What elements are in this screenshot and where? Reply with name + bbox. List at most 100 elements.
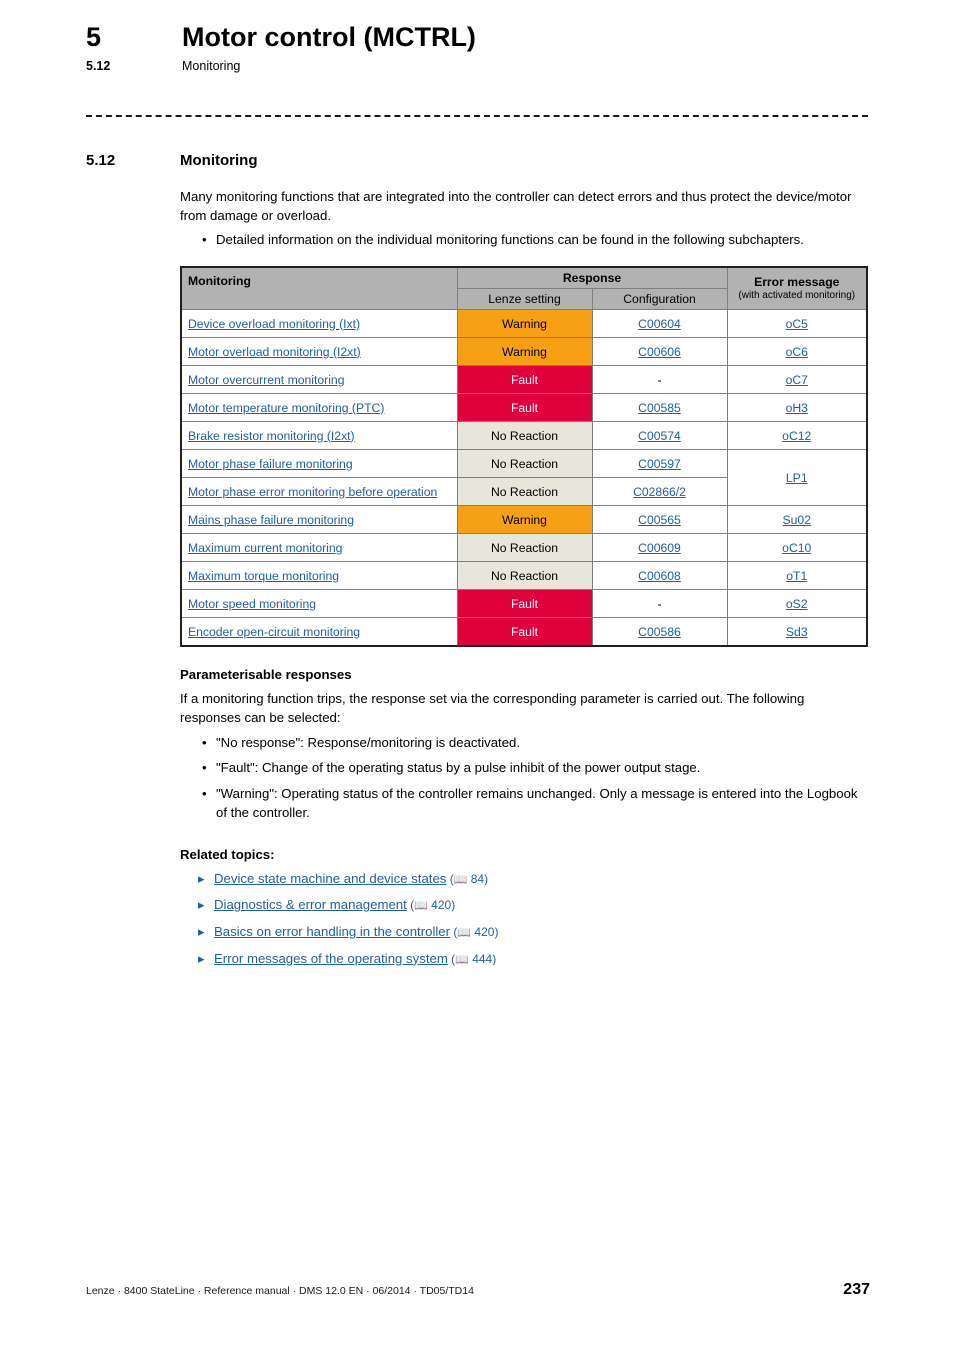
page-reference[interactable]: (📖 444) <box>448 952 496 966</box>
main-content: Many monitoring functions that are integ… <box>180 188 868 977</box>
response-status-badge: Warning <box>456 337 593 367</box>
related-topic-link[interactable]: Diagnostics & error management <box>214 897 407 912</box>
subchapter-title: Monitoring <box>182 59 241 74</box>
configuration-parameter-link[interactable]: C00565 <box>638 513 681 527</box>
configuration-parameter-link[interactable]: C00606 <box>638 345 681 359</box>
error-message-link[interactable]: Su02 <box>783 513 811 527</box>
page-reference[interactable]: (📖 84) <box>446 872 488 886</box>
related-topic-item: Error messages of the operating system (… <box>198 950 868 969</box>
page-reference-number: 420 <box>471 925 495 940</box>
response-status-badge: Fault <box>456 393 593 423</box>
column-header-lenze-setting: Lenze setting <box>456 288 593 311</box>
monitoring-name-cell: Brake resistor monitoring (I2xt) <box>180 421 458 451</box>
error-message-cell: oC12 <box>726 421 868 451</box>
error-message-link[interactable]: oT1 <box>786 569 807 583</box>
table-row: Device overload monitoring (Ixt) Warning C… <box>180 309 868 339</box>
error-message-link[interactable]: oC5 <box>786 317 808 331</box>
response-status-badge: Fault <box>456 589 593 619</box>
page-reference[interactable]: (📖 420) <box>407 898 455 912</box>
configuration-cell: C00609 <box>591 533 728 563</box>
monitoring-name-link[interactable]: Motor overcurrent monitoring <box>188 373 344 387</box>
error-message-link[interactable]: oH3 <box>786 401 808 415</box>
related-topic-item: Diagnostics & error management (📖 420) <box>198 896 868 915</box>
monitoring-name-link[interactable]: Motor phase error monitoring before oper… <box>188 485 437 499</box>
monitoring-name-link[interactable]: Motor overload monitoring (I2xt) <box>188 345 361 359</box>
intro-bullet-list: Detailed information on the individual m… <box>180 231 868 250</box>
response-status-badge: Fault <box>456 617 593 647</box>
table-row: Motor temperature monitoring (PTC) Fault C… <box>180 393 868 423</box>
error-message-cell: oC6 <box>726 337 868 367</box>
error-message-link[interactable]: oC7 <box>786 373 808 387</box>
monitoring-name-link[interactable]: Mains phase failure monitoring <box>188 513 354 527</box>
related-topic-link[interactable]: Device state machine and device states <box>214 871 446 886</box>
error-message-cell: oT1 <box>726 561 868 591</box>
monitoring-name-link[interactable]: Motor temperature monitoring (PTC) <box>188 401 384 415</box>
section-title: Monitoring <box>180 152 258 169</box>
monitoring-name-cell: Motor temperature monitoring (PTC) <box>180 393 458 423</box>
error-message-link[interactable]: oC12 <box>782 429 811 443</box>
monitoring-name-cell: Maximum torque monitoring <box>180 561 458 591</box>
configuration-parameter-link[interactable]: C00608 <box>638 569 681 583</box>
monitoring-name-link[interactable]: Brake resistor monitoring (I2xt) <box>188 429 355 443</box>
page-reference[interactable]: (📖 420) <box>450 925 498 939</box>
book-icon: 📖 <box>455 953 469 966</box>
configuration-parameter-link[interactable]: C00574 <box>638 429 681 443</box>
table-body: Device overload monitoring (Ixt) Warning C… <box>180 309 868 647</box>
table-row: Motor overload monitoring (I2xt) Warning C… <box>180 337 868 367</box>
error-message-link[interactable]: oC10 <box>782 541 811 555</box>
response-status-badge: No Reaction <box>456 477 593 507</box>
configuration-parameter-link[interactable]: C00585 <box>638 401 681 415</box>
error-message-link[interactable]: oS2 <box>786 597 808 611</box>
response-status-badge: No Reaction <box>456 449 593 479</box>
monitoring-name-link[interactable]: Device overload monitoring (Ixt) <box>188 317 360 331</box>
related-topic-item: Basics on error handling in the controll… <box>198 923 868 942</box>
configuration-cell: C02866/2 <box>591 477 728 507</box>
monitoring-name-cell: Encoder open-circuit monitoring <box>180 617 458 647</box>
monitoring-name-link[interactable]: Motor phase failure monitoring <box>188 457 353 471</box>
page-reference-number: 444 <box>468 951 493 966</box>
response-status-badge: Fault <box>456 365 593 395</box>
monitoring-name-link[interactable]: Motor speed monitoring <box>188 597 316 611</box>
configuration-parameter-link[interactable]: C00604 <box>638 317 681 331</box>
header-divider <box>86 115 868 117</box>
configuration-cell: C00586 <box>591 617 728 647</box>
monitoring-name-cell: Motor speed monitoring <box>180 589 458 619</box>
configuration-parameter-link[interactable]: C00609 <box>638 541 681 555</box>
monitoring-table: Monitoring Response Error message (with … <box>180 266 868 648</box>
configuration-cell: C00565 <box>591 505 728 535</box>
table-row: Brake resistor monitoring (I2xt) No React… <box>180 421 868 451</box>
intro-paragraph: Many monitoring functions that are integ… <box>180 189 852 223</box>
page-header: 5 Motor control (MCTRL) 5.12 Monitoring <box>86 22 876 73</box>
subchapter-number: 5.12 <box>86 59 111 74</box>
related-topic-link[interactable]: Error messages of the operating system <box>214 951 448 966</box>
response-status-badge: Warning <box>456 309 593 339</box>
error-message-link[interactable]: LP1 <box>786 471 808 485</box>
table-header-row-1: Monitoring Response Error message (with … <box>180 266 868 311</box>
page-reference-number: 84 <box>467 871 485 886</box>
error-message-cell: LP1 <box>726 449 868 507</box>
configuration-cell: C00604 <box>591 309 728 339</box>
response-status-badge: Warning <box>456 505 593 535</box>
configuration-parameter-link[interactable]: C00586 <box>638 625 681 639</box>
monitoring-name-link[interactable]: Encoder open-circuit monitoring <box>188 625 360 639</box>
error-message-cell: oC5 <box>726 309 868 339</box>
list-item: "Warning": Operating status of the contr… <box>202 785 868 822</box>
monitoring-name-cell: Mains phase failure monitoring <box>180 505 458 535</box>
monitoring-name-link[interactable]: Maximum torque monitoring <box>188 569 339 583</box>
configuration-empty-dash: - <box>657 372 662 387</box>
related-topic-link[interactable]: Basics on error handling in the controll… <box>214 924 450 939</box>
response-status-badge: No Reaction <box>456 561 593 591</box>
monitoring-name-cell: Motor phase error monitoring before oper… <box>180 477 458 507</box>
table-header: Monitoring Response Error message (with … <box>180 266 868 311</box>
error-message-link[interactable]: Sd3 <box>786 625 808 639</box>
configuration-cell: C00585 <box>591 393 728 423</box>
error-message-link[interactable]: oC6 <box>786 345 808 359</box>
page-reference-number: 420 <box>427 898 452 913</box>
list-item: "Fault": Change of the operating status … <box>202 759 868 778</box>
monitoring-name-cell: Motor overcurrent monitoring <box>180 365 458 395</box>
configuration-parameter-link[interactable]: C00597 <box>638 457 681 471</box>
chapter-line: 5 Motor control (MCTRL) <box>86 22 876 53</box>
configuration-cell: C00608 <box>591 561 728 591</box>
configuration-parameter-link[interactable]: C02866/2 <box>633 485 686 499</box>
monitoring-name-link[interactable]: Maximum current monitoring <box>188 541 342 555</box>
